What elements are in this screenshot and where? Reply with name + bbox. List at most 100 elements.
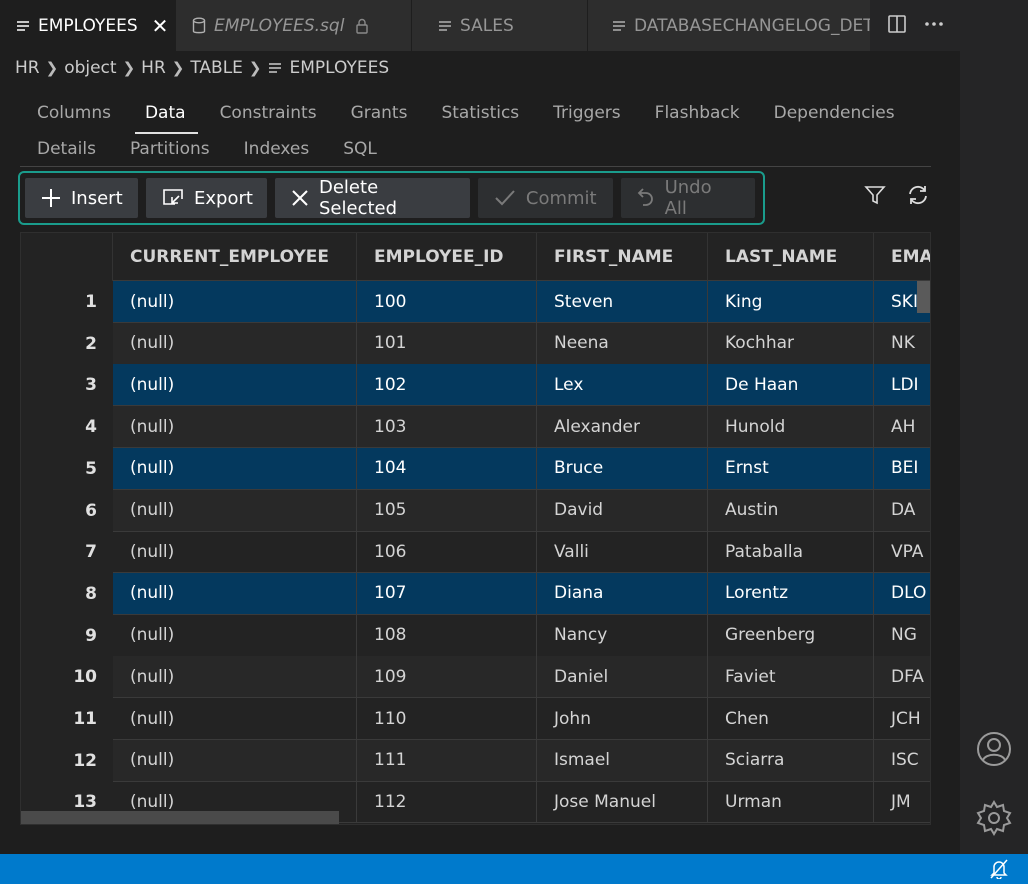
table-cell[interactable]: Ernst bbox=[708, 447, 874, 490]
row-number[interactable]: 11 bbox=[21, 698, 113, 740]
table-cell[interactable]: (null) bbox=[113, 406, 357, 449]
table-row[interactable]: 1 (null) 100 Steven King SKI bbox=[21, 281, 930, 323]
table-cell[interactable]: Nancy bbox=[537, 614, 708, 657]
table-cell[interactable]: DLO bbox=[874, 572, 930, 615]
table-row[interactable]: 7 (null) 106 Valli Pataballa VPA bbox=[21, 531, 930, 574]
table-row[interactable]: 10 (null) 109 Daniel Faviet DFA bbox=[21, 656, 930, 699]
tab-partitions[interactable]: Partitions bbox=[130, 136, 210, 162]
table-cell[interactable]: ISC bbox=[874, 739, 930, 782]
table-cell[interactable]: 102 bbox=[357, 364, 537, 407]
table-row[interactable]: 6 (null) 105 David Austin DA bbox=[21, 489, 930, 532]
split-editor-icon[interactable] bbox=[887, 14, 907, 38]
horizontal-scrollbar[interactable] bbox=[21, 811, 339, 824]
breadcrumb-item[interactable]: EMPLOYEES bbox=[290, 58, 390, 78]
tab-grants[interactable]: Grants bbox=[351, 100, 408, 126]
row-number[interactable]: 10 bbox=[21, 656, 113, 699]
more-actions-icon[interactable] bbox=[924, 14, 944, 38]
tab-sql[interactable]: SQL bbox=[343, 136, 377, 162]
undo-all-button[interactable]: Undo All bbox=[620, 177, 755, 219]
table-cell[interactable]: Lex bbox=[537, 364, 708, 407]
row-number[interactable]: 8 bbox=[21, 572, 113, 615]
notifications-off-icon[interactable] bbox=[990, 859, 1008, 883]
table-cell[interactable]: Lorentz bbox=[708, 572, 874, 615]
table-cell[interactable]: Faviet bbox=[708, 656, 874, 699]
table-cell[interactable]: (null) bbox=[113, 698, 357, 740]
table-cell[interactable]: Pataballa bbox=[708, 531, 874, 574]
table-cell[interactable]: 112 bbox=[357, 781, 537, 824]
table-row[interactable]: 12 (null) 111 Ismael Sciarra ISC bbox=[21, 739, 930, 782]
tab-databasechangelog[interactable]: DATABASECHANGELOG_DET bbox=[588, 0, 870, 51]
table-cell[interactable]: John bbox=[537, 698, 708, 740]
table-cell[interactable]: (null) bbox=[113, 531, 357, 574]
tab-indexes[interactable]: Indexes bbox=[244, 136, 310, 162]
table-cell[interactable]: AH bbox=[874, 406, 930, 449]
table-cell[interactable]: Steven bbox=[537, 281, 708, 323]
tab-employees-sql[interactable]: EMPLOYEES.sql bbox=[176, 0, 412, 51]
row-number[interactable]: 3 bbox=[21, 364, 113, 407]
table-cell[interactable]: Kochhar bbox=[708, 322, 874, 365]
breadcrumb-item[interactable]: TABLE bbox=[190, 58, 243, 78]
table-cell[interactable]: NG bbox=[874, 615, 930, 657]
table-cell[interactable]: Daniel bbox=[537, 656, 708, 699]
table-cell[interactable]: NK bbox=[874, 322, 930, 365]
table-cell[interactable]: JM bbox=[874, 781, 930, 824]
insert-button[interactable]: Insert bbox=[25, 178, 138, 218]
close-icon[interactable]: ✕ bbox=[152, 14, 169, 38]
table-cell[interactable]: Greenberg bbox=[708, 614, 874, 657]
column-header[interactable]: FIRST_NAME bbox=[537, 233, 708, 281]
tab-triggers[interactable]: Triggers bbox=[553, 100, 621, 126]
table-cell[interactable]: King bbox=[708, 281, 874, 323]
table-cell[interactable]: Bruce bbox=[537, 447, 708, 490]
filter-icon[interactable] bbox=[864, 184, 886, 210]
table-cell[interactable]: Jose Manuel bbox=[537, 781, 708, 824]
table-cell[interactable]: LDI bbox=[874, 364, 930, 407]
column-header[interactable]: EMA bbox=[874, 233, 930, 281]
tab-flashback[interactable]: Flashback bbox=[655, 100, 740, 126]
table-cell[interactable]: (null) bbox=[113, 281, 357, 323]
table-cell[interactable]: JCH bbox=[874, 698, 930, 740]
table-cell[interactable]: Hunold bbox=[708, 406, 874, 449]
table-cell[interactable]: 104 bbox=[357, 447, 537, 490]
table-row[interactable]: 8 (null) 107 Diana Lorentz DLO bbox=[21, 572, 930, 615]
tab-details[interactable]: Details bbox=[37, 136, 96, 162]
table-cell[interactable]: 108 bbox=[357, 614, 537, 657]
table-cell[interactable]: Urman bbox=[708, 781, 874, 824]
table-cell[interactable]: 109 bbox=[357, 656, 537, 699]
tab-data[interactable]: Data bbox=[135, 100, 198, 134]
table-cell[interactable]: De Haan bbox=[708, 364, 874, 407]
column-header[interactable]: CURRENT_EMPLOYEE bbox=[113, 233, 357, 281]
commit-button[interactable]: Commit bbox=[477, 178, 613, 218]
table-cell[interactable]: 106 bbox=[357, 531, 537, 574]
refresh-icon[interactable] bbox=[906, 184, 930, 210]
row-number[interactable]: 9 bbox=[21, 614, 113, 657]
breadcrumb-item[interactable]: object bbox=[64, 58, 116, 78]
breadcrumb-item[interactable]: HR bbox=[141, 58, 166, 78]
tab-sales[interactable]: SALES bbox=[412, 0, 588, 51]
table-cell[interactable]: 110 bbox=[357, 698, 537, 740]
table-row[interactable]: 2 (null) 101 Neena Kochhar NK bbox=[21, 322, 930, 365]
tab-dependencies[interactable]: Dependencies bbox=[774, 100, 895, 126]
table-cell[interactable]: Chen bbox=[708, 698, 874, 740]
table-cell[interactable]: (null) bbox=[113, 489, 357, 532]
table-row[interactable]: 3 (null) 102 Lex De Haan LDI bbox=[21, 364, 930, 407]
table-cell[interactable]: (null) bbox=[113, 322, 357, 365]
table-row[interactable]: 11 (null) 110 John Chen JCH bbox=[21, 698, 930, 740]
table-cell[interactable]: 100 bbox=[357, 281, 537, 323]
table-cell[interactable]: Neena bbox=[537, 322, 708, 365]
row-number[interactable]: 5 bbox=[21, 447, 113, 490]
table-cell[interactable]: (null) bbox=[113, 656, 357, 699]
table-cell[interactable]: Austin bbox=[708, 489, 874, 532]
table-cell[interactable]: David bbox=[537, 489, 708, 532]
table-cell[interactable]: Sciarra bbox=[708, 739, 874, 782]
table-cell[interactable]: Alexander bbox=[537, 406, 708, 449]
row-number[interactable]: 12 bbox=[21, 739, 113, 782]
table-cell[interactable]: Valli bbox=[537, 531, 708, 574]
tab-statistics[interactable]: Statistics bbox=[441, 100, 519, 126]
table-cell[interactable]: (null) bbox=[113, 572, 357, 615]
table-cell[interactable]: 107 bbox=[357, 572, 537, 615]
table-cell[interactable]: (null) bbox=[113, 447, 357, 490]
table-cell[interactable]: DFA bbox=[874, 656, 930, 699]
table-cell[interactable]: (null) bbox=[113, 739, 357, 782]
breadcrumb-item[interactable]: HR bbox=[15, 58, 40, 78]
table-cell[interactable]: 103 bbox=[357, 406, 537, 449]
